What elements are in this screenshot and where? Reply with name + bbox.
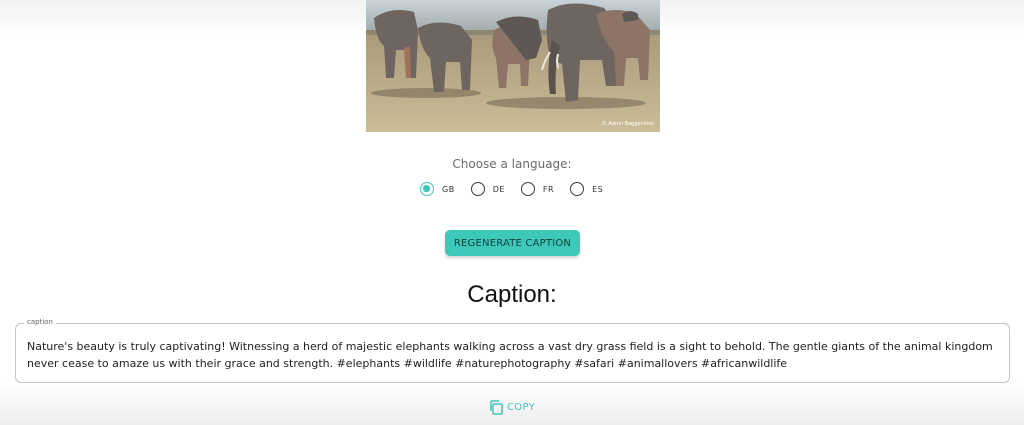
regenerate-caption-button[interactable]: REGENERATE CAPTION — [445, 230, 580, 256]
elephant-photo-art — [366, 0, 660, 132]
radio-checked-icon[interactable] — [420, 182, 434, 196]
radio-unchecked-icon[interactable] — [470, 182, 485, 196]
language-prompt: Choose a language: — [452, 157, 572, 171]
caption-textarea[interactable]: caption Nature's beauty is truly captiva… — [15, 318, 1010, 383]
caption-text[interactable]: Nature's beauty is truly captivating! Wi… — [27, 338, 1002, 372]
language-option-label: DE — [492, 184, 505, 194]
copy-label: COPY — [507, 402, 535, 413]
copy-button[interactable]: COPY — [488, 399, 535, 416]
elephant-photo: © Aaron Baggenstos — [366, 0, 660, 132]
language-option-gb[interactable]: GB — [420, 182, 455, 196]
copy-icon — [490, 400, 503, 415]
language-option-fr[interactable]: FR — [520, 182, 555, 196]
page: © Aaron Baggenstos Choose a language: GB… — [0, 0, 1024, 425]
caption-field-label: caption — [24, 318, 56, 326]
language-radio-group: GB DE FR ES — [420, 180, 619, 198]
language-option-de[interactable]: DE — [470, 182, 505, 196]
radio-unchecked-icon[interactable] — [520, 182, 535, 196]
language-option-label: FR — [542, 184, 555, 194]
photo-credit: © Aaron Baggenstos — [601, 121, 654, 127]
language-option-label: ES — [592, 184, 604, 194]
language-option-label: GB — [442, 184, 455, 194]
radio-unchecked-icon[interactable] — [570, 182, 585, 196]
caption-heading: Caption: — [467, 281, 557, 308]
language-option-es[interactable]: ES — [570, 182, 603, 196]
